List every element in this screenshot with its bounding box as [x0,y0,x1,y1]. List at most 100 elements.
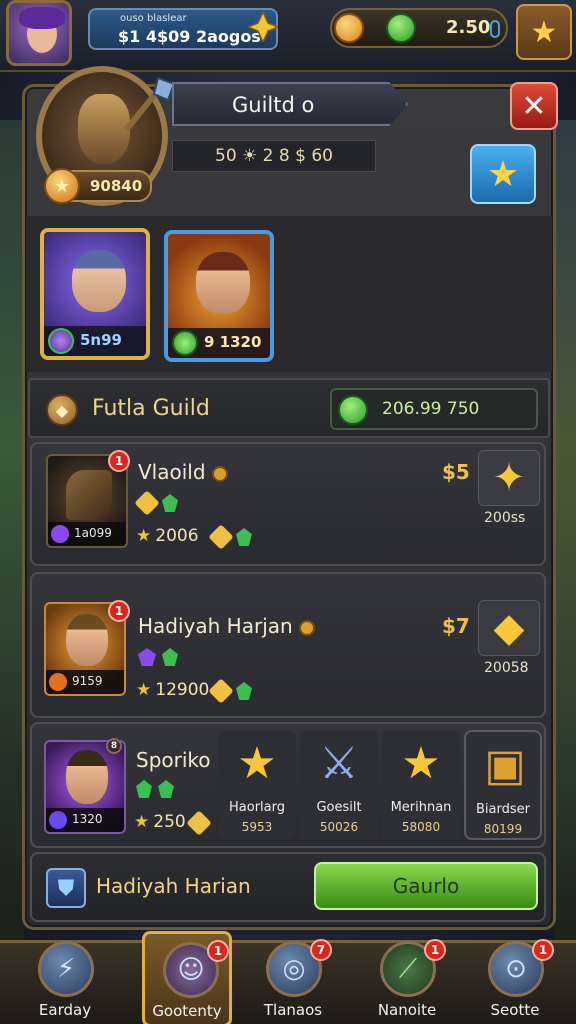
top-bar: ouso blaslear $1 4$09 2aogos 2.50 ★ [0,0,576,72]
notification-badge: 8 [106,738,122,754]
member-name: Hadiyah Harjan [138,614,293,638]
member-name-row: Vlaoild [138,460,228,484]
panel-title: Guiltd o [232,93,315,117]
purple-gem-icon [49,811,67,829]
verified-icon [211,465,228,482]
hero-value: 9 1320 [204,333,262,351]
gold-gem-icon [186,810,212,836]
member-name: Vlaoild [138,460,206,484]
portrait-plate: 1320 [46,808,124,832]
sparkle-diamond-icon [248,12,278,42]
nav-label: Nanoite [377,1001,437,1019]
star-icon: ★ [136,680,152,700]
guild-action-button[interactable]: Gaurlo [314,862,538,910]
shop-item-price: 58080 [401,820,441,834]
nav-item[interactable]: ⊙ 1 Seotte [470,939,560,1024]
notification-badge: 1 [532,939,554,961]
guild-stats: 50 ☀ 2 8 $ 60 [215,146,333,166]
green-gem-icon [236,682,252,700]
hero-portrait [72,250,126,312]
nav-item[interactable]: ⚡ Earday [20,941,110,1024]
gold-gem-icon [134,490,160,516]
member-gems [186,810,212,836]
nav-label: Earday [38,1001,92,1019]
background-right [554,120,576,940]
member-stat: 2006 [155,526,199,546]
portrait-value: 1320 [72,812,103,826]
notification-badge: 7 [310,939,332,961]
close-button[interactable]: ✕ [510,82,558,130]
hero-card[interactable]: 5n99 [40,228,150,360]
hero-card[interactable]: 9 1320 [164,230,274,362]
green-gem-icon [136,780,152,798]
favorite-star-button[interactable]: ★ [470,144,536,204]
sword-icon: ⚔ [319,737,359,789]
staff-icon [123,76,176,132]
helmet-icon [66,470,112,520]
hero-plate: 9 1320 [168,328,270,358]
green-gem-icon [162,494,178,512]
member-row[interactable]: 1320 8 Sporiko ★ 250 ★ Haorlarg 5953 ⚔ Go… [30,722,546,848]
shop-item-label: Haorlarg [229,800,285,815]
shop-item-price: 50026 [319,820,359,834]
notification-badge: 1 [207,940,229,962]
hero-portrait [196,252,250,314]
nav-item-active[interactable]: ☺ 1 Gootenty [142,931,232,1024]
member-price: $7 [442,614,470,638]
player-avatar[interactable] [6,0,72,66]
green-gem-icon [386,13,416,43]
member-face [66,750,108,804]
verified-icon [298,619,315,636]
shop-item[interactable]: ▣ Biardser 80199 [464,730,542,840]
nav-item[interactable]: ⟋ 1 Nanoite [362,939,452,1024]
favorites-star-button[interactable]: ★ [516,4,572,60]
purple-gem-icon [51,525,69,543]
shop-item[interactable]: ⚔ Goesilt 50026 [300,730,378,840]
shop-item-price: 5953 [241,820,273,834]
nav-label: Gootenty [152,1002,222,1020]
member-name: Sporiko [136,748,211,772]
reward-value: 20058 [484,660,529,676]
chest-icon: ▣ [484,739,526,791]
portrait-value: 1a099 [74,526,112,540]
purple-gem-icon [138,648,156,666]
shop-item[interactable]: ★ Haorlarg 5953 [218,730,296,840]
level-star-icon: ★ [44,168,80,204]
member-gems [136,780,174,798]
gold-gem-icon [208,524,234,550]
member-face [66,614,108,666]
member-row[interactable]: 1a099 1 Vlaoild ★ 2006 $5 ✦ 200ss [30,442,546,566]
green-gem-icon [236,528,252,546]
reward-value: 200ss [484,510,526,526]
notification-badge: 1 [108,450,130,472]
background-left [0,120,24,940]
guild-level-plate: ★ 90840 [44,168,152,204]
currency-bar[interactable]: 2.50 [330,8,508,48]
stats-plate: 50 ☀ 2 8 $ 60 [172,140,376,172]
footer-name: Hadiyah Harian [96,874,251,898]
guild-gold-box: 206.99 750 [330,388,538,430]
guild-gold: 206.99 750 [382,399,480,419]
member-row[interactable]: 9159 1 Hadiyah Harjan ★ 12900 $7 ◆ 20058 [30,572,546,718]
footer-row: ⛊ Hadiyah Harian Gaurlo [30,852,546,922]
nav-item[interactable]: ◎ 7 Tlanaos [248,939,338,1024]
member-price: $5 [442,460,470,484]
reward-gold-icon[interactable]: ◆ [478,600,540,656]
shop-item[interactable]: ★ Merihnan 58080 [382,730,460,840]
purple-gem-icon [48,328,74,354]
green-gem-icon [162,648,178,666]
member-gems [138,648,178,666]
notification-badge: 1 [108,600,130,622]
star-icon: ★ [237,737,277,789]
green-gem-icon [158,780,174,798]
player-subtitle: ouso blaslear [120,13,187,24]
title-plate: Guiltd o [172,82,408,126]
notification-badge: 1 [424,939,446,961]
hero-value: 5n99 [80,331,122,349]
orange-gem-icon [49,673,67,691]
shop-item-price: 80199 [483,822,523,836]
reward-star-icon[interactable]: ✦ [478,450,540,506]
star-icon: ★ [401,737,441,789]
blue-gem-icon [490,20,500,38]
shield-icon: ⛊ [46,868,86,908]
